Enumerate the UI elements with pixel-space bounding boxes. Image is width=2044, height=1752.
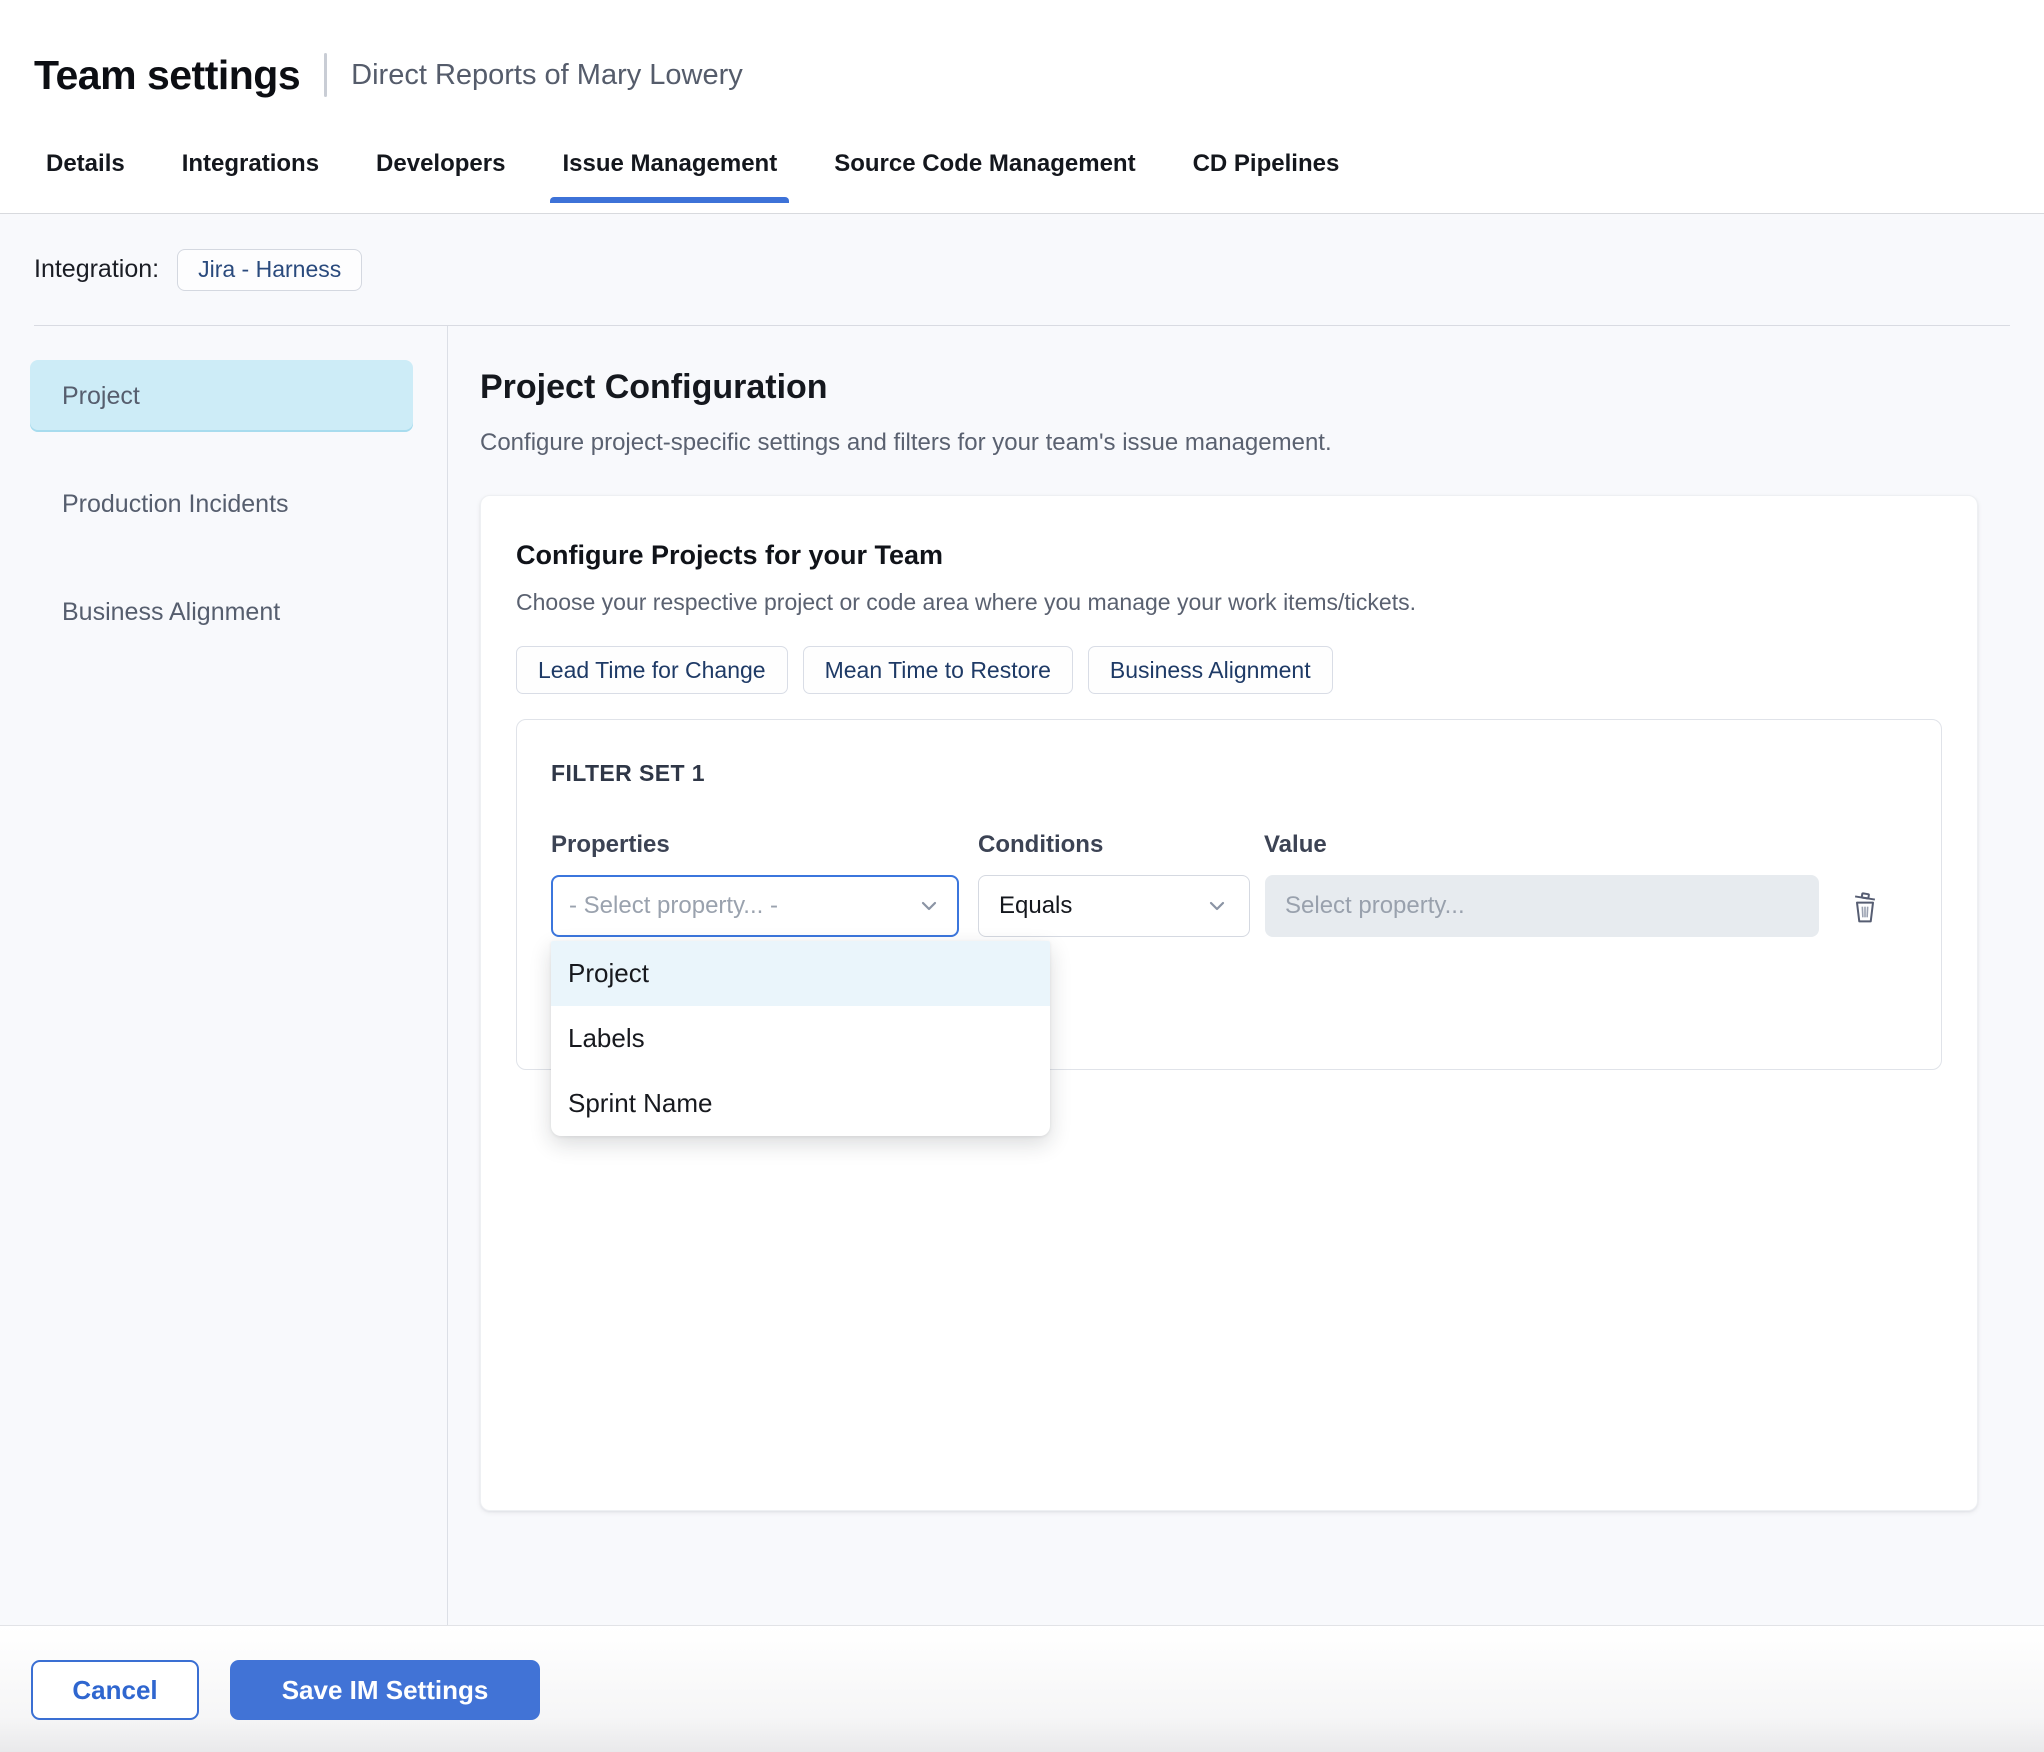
dropdown-option-project[interactable]: Project <box>551 941 1050 1006</box>
value-input[interactable] <box>1265 875 1819 937</box>
chevron-down-icon <box>1205 894 1229 918</box>
filter-set-title: FILTER SET 1 <box>551 760 705 786</box>
content-area: Project Production Incidents Business Al… <box>0 326 2044 1625</box>
tab-source-code-management[interactable]: Source Code Management <box>834 150 1135 202</box>
section-description: Configure project-specific settings and … <box>480 429 1332 456</box>
tab-issue-management[interactable]: Issue Management <box>550 150 789 203</box>
page-header: Team settings Direct Reports of Mary Low… <box>0 0 2044 150</box>
integration-chip-jira-harness[interactable]: Jira - Harness <box>177 248 363 291</box>
section-heading: Project Configuration <box>480 368 828 406</box>
chevron-down-icon <box>917 894 941 918</box>
page-subtitle: Direct Reports of Mary Lowery <box>351 58 743 91</box>
filter-set-1: FILTER SET 1 Properties Conditions Value… <box>516 719 1942 1136</box>
property-dropdown-menu: Project Labels Sprint Name <box>551 941 1050 1136</box>
save-im-settings-button[interactable]: Save IM Settings <box>230 1660 540 1720</box>
page-title: Team settings <box>34 51 301 98</box>
sidebar-item-business-alignment[interactable]: Business Alignment <box>30 576 413 648</box>
filter-row: - Select property... - Project Labels Sp… <box>551 875 1907 1136</box>
card-subtitle: Choose your respective project or code a… <box>516 589 1416 615</box>
trash-icon <box>1849 887 1881 925</box>
footer-actions: Cancel Save IM Settings <box>0 1625 2044 1752</box>
metric-tabs: Lead Time for Change Mean Time to Restor… <box>516 646 1942 694</box>
dropdown-option-sprint-name[interactable]: Sprint Name <box>551 1071 1050 1136</box>
sidebar-item-production-incidents[interactable]: Production Incidents <box>30 468 413 540</box>
condition-select[interactable]: Equals <box>978 875 1250 937</box>
metric-tab-mean-time-to-restore[interactable]: Mean Time to Restore <box>802 646 1073 694</box>
dropdown-option-labels[interactable]: Labels <box>551 1006 1050 1071</box>
card-title: Configure Projects for your Team <box>516 540 944 570</box>
tab-details[interactable]: Details <box>46 150 125 202</box>
column-header-properties: Properties <box>551 831 670 858</box>
tab-bar: Details Integrations Developers Issue Ma… <box>0 150 2044 214</box>
sidebar-item-project[interactable]: Project <box>30 360 413 432</box>
metric-tab-business-alignment[interactable]: Business Alignment <box>1087 646 1333 694</box>
main-panel: Project Configuration Configure project-… <box>448 326 2044 1625</box>
condition-select-value: Equals <box>999 892 1073 919</box>
cancel-button[interactable]: Cancel <box>31 1660 199 1720</box>
metric-tab-lead-time-for-change[interactable]: Lead Time for Change <box>516 646 788 694</box>
column-header-conditions: Conditions <box>978 831 1104 858</box>
property-select[interactable]: - Select property... - Project Labels Sp… <box>551 875 1050 1136</box>
delete-filter-button[interactable] <box>1849 887 1881 925</box>
tab-developers[interactable]: Developers <box>376 150 505 202</box>
integration-band: Integration: Jira - Harness <box>0 214 2044 326</box>
property-select-placeholder: - Select property... - <box>569 892 778 919</box>
integration-label: Integration: <box>34 255 160 283</box>
column-header-value: Value <box>1264 831 1327 858</box>
filter-column-headers: Properties Conditions Value <box>551 831 1907 859</box>
configure-projects-card: Configure Projects for your Team Choose … <box>480 495 1978 1511</box>
tab-cd-pipelines[interactable]: CD Pipelines <box>1193 150 1340 202</box>
tab-integrations[interactable]: Integrations <box>182 150 319 202</box>
settings-sidebar: Project Production Incidents Business Al… <box>0 326 448 1625</box>
title-separator <box>324 53 328 97</box>
